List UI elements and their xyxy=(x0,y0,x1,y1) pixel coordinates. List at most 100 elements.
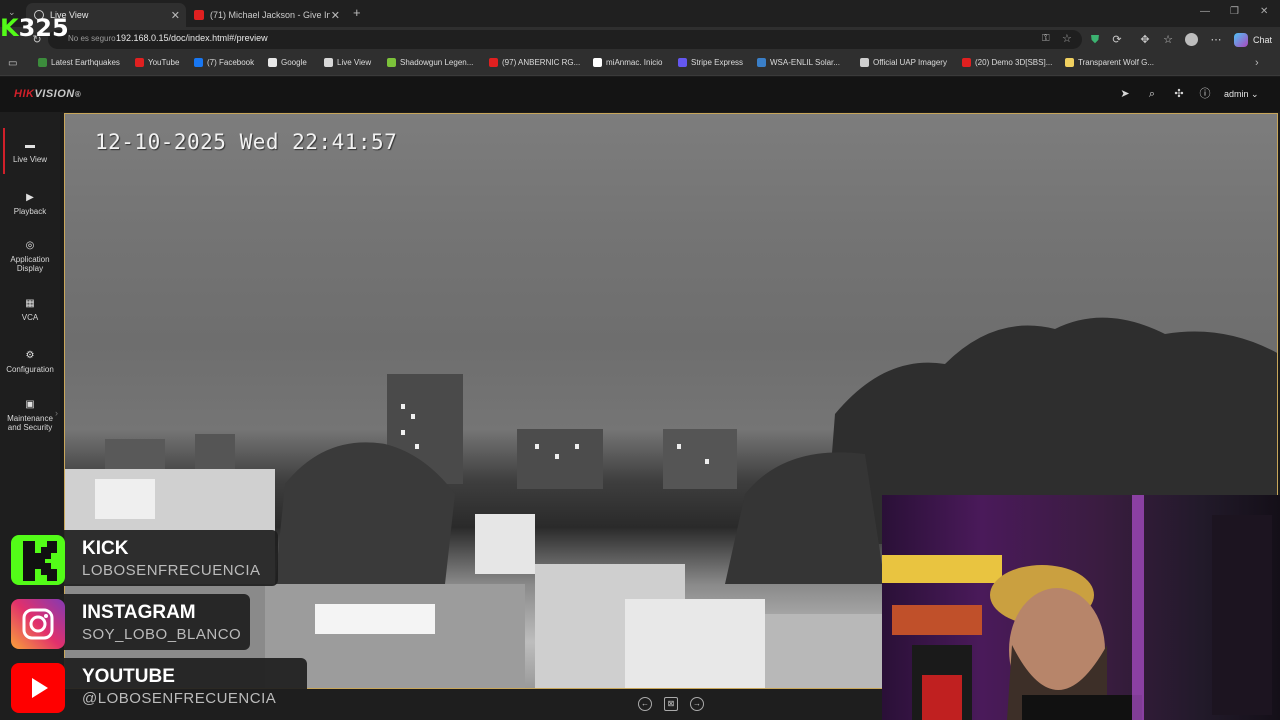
bookmark-icon xyxy=(135,58,144,67)
collapse-sidebar-icon[interactable]: › xyxy=(55,408,58,418)
bookmark-icon xyxy=(38,58,47,67)
url-text[interactable]: 192.168.0.15/doc/index.html#/preview xyxy=(116,33,268,43)
bookmark-label: (97) ANBERNIC RG... xyxy=(502,58,581,67)
nav-live-view[interactable]: ▬ Live View xyxy=(0,128,60,174)
hikvision-logo: HIKVISION® xyxy=(14,88,82,100)
bookmark-item[interactable]: (7) Facebook xyxy=(194,58,254,67)
maintenance-icon: ▣ xyxy=(25,399,35,410)
social-instagram-card: INSTAGRAM SOY_LOBO_BLANCO xyxy=(0,594,250,650)
bookmark-label: YouTube xyxy=(148,58,180,67)
bookmark-label: (20) Demo 3D[SBS]... xyxy=(975,58,1053,67)
nav-configuration[interactable]: ⚙ Configuration xyxy=(0,350,60,374)
extension-icon[interactable]: ⟳ xyxy=(1110,33,1124,47)
puzzle-icon[interactable]: ✥ xyxy=(1138,33,1152,47)
video-icon: ▬ xyxy=(25,140,35,151)
bookmark-icon xyxy=(757,58,766,67)
bookmark-item[interactable]: miAnmac. Inicio xyxy=(593,58,662,67)
bookmarks-overflow-icon[interactable]: › xyxy=(1255,57,1259,69)
bookmark-item[interactable]: Stripe Express xyxy=(678,58,743,67)
kick-viewer-counter: K325 xyxy=(0,14,69,42)
nav-vca[interactable]: ▦ VCA xyxy=(0,298,60,322)
social-handle: LOBOSENFRECUENCIA xyxy=(82,562,261,579)
previous-icon[interactable]: ← xyxy=(638,697,652,711)
social-handle: SOY_LOBO_BLANCO xyxy=(82,626,242,643)
instagram-icon xyxy=(11,599,65,649)
kick-logo-icon: K xyxy=(0,14,19,42)
bookmark-item[interactable]: Google xyxy=(268,58,307,67)
send-icon[interactable]: ➤ xyxy=(1118,87,1132,101)
bookmark-item[interactable]: WSA-ENLIL Solar... xyxy=(757,58,840,67)
mid-building xyxy=(517,429,603,489)
bookmark-label: Latest Earthquakes xyxy=(51,58,120,67)
bookmark-item[interactable]: Latest Earthquakes xyxy=(38,58,120,67)
star-icon[interactable]: ☆ xyxy=(1062,32,1072,45)
bookmark-label: miAnmac. Inicio xyxy=(606,58,663,67)
viewer-count: 325 xyxy=(18,14,69,42)
next-icon[interactable]: → xyxy=(690,697,704,711)
tab-youtube[interactable]: (71) Michael Jackson - Give In To M ✕ xyxy=(186,3,346,27)
security-label[interactable]: No es seguro xyxy=(68,34,116,43)
social-title: INSTAGRAM xyxy=(82,602,196,623)
bookmark-item[interactable]: YouTube xyxy=(135,58,179,67)
user-menu[interactable]: admin ⌄ xyxy=(1224,89,1259,100)
address-bar: ↻ No es seguro 192.168.0.15/doc/index.ht… xyxy=(0,27,1280,52)
tab-label: (71) Michael Jackson - Give In To M xyxy=(210,10,330,20)
menu-icon[interactable]: ⋯ xyxy=(1209,33,1223,47)
grid-icon: ▦ xyxy=(25,298,35,309)
social-youtube-card: YOUTUBE @LOBOSENFRECUENCIA xyxy=(0,658,307,714)
webcam-scene xyxy=(882,495,1272,720)
nav-application-display[interactable]: ◎ Application Display xyxy=(0,240,60,273)
youtube-icon xyxy=(11,663,65,713)
plugin-icon[interactable]: ✣ xyxy=(1172,87,1186,101)
application-icon: ◎ xyxy=(25,240,35,251)
info-icon[interactable]: ⓘ xyxy=(1198,87,1212,101)
bookmark-item[interactable]: (97) ANBERNIC RG... xyxy=(489,58,580,67)
search-icon[interactable]: ⌕ xyxy=(1145,87,1159,101)
bookmark-icon xyxy=(268,58,277,67)
bookmark-item[interactable]: (20) Demo 3D[SBS]... xyxy=(962,58,1052,67)
bookmark-item[interactable]: Transparent Wolf G... xyxy=(1065,58,1154,67)
close-tab-icon[interactable]: ✕ xyxy=(171,9,180,22)
omnibox[interactable]: No es seguro 192.168.0.15/doc/index.html… xyxy=(48,30,1082,49)
bookmark-label: Live View xyxy=(337,58,372,67)
fullscreen-icon[interactable]: ⊠ xyxy=(664,697,678,711)
nav-label: VCA xyxy=(21,313,39,322)
nav-label: Application Display xyxy=(10,255,50,273)
bookmark-icon xyxy=(593,58,602,67)
gear-icon: ⚙ xyxy=(25,350,35,361)
close-tab-icon[interactable]: ✕ xyxy=(331,9,340,22)
profile-avatar[interactable] xyxy=(1184,33,1198,47)
bookmark-icon xyxy=(1065,58,1074,67)
bookmark-label: Transparent Wolf G... xyxy=(1078,58,1155,67)
copilot-icon[interactable] xyxy=(1234,33,1248,47)
browser-tab-strip: ⌄ Live View ✕ (71) Michael Jackson - Giv… xyxy=(0,0,1280,27)
shield-extension-icon[interactable]: ⛊ xyxy=(1088,33,1102,47)
favorites-icon[interactable]: ☆ xyxy=(1161,33,1175,47)
bookmark-icon xyxy=(489,58,498,67)
bookmark-icon xyxy=(860,58,869,67)
bookmark-icon xyxy=(194,58,203,67)
bookmark-item[interactable]: Official UAP Imagery xyxy=(860,58,947,67)
close-window-icon[interactable]: ✕ xyxy=(1260,6,1268,17)
bookmark-label: Google xyxy=(281,58,307,67)
bookmark-label: WSA-ENLIL Solar... xyxy=(770,58,840,67)
nav-playback[interactable]: ▶ Playback xyxy=(0,192,60,216)
bookmark-label: (7) Facebook xyxy=(207,58,255,67)
minimize-icon[interactable]: — xyxy=(1200,6,1210,17)
new-tab-button[interactable]: + xyxy=(353,5,361,20)
bookmark-label: Shadowgun Legen... xyxy=(400,58,474,67)
sidebar-toggle-icon[interactable]: ▭ xyxy=(8,58,17,69)
chat-button[interactable]: Chat xyxy=(1253,35,1272,45)
kick-icon xyxy=(11,535,65,585)
bookmark-item[interactable]: Shadowgun Legen... xyxy=(387,58,473,67)
bookmark-icon xyxy=(678,58,687,67)
nav-label: Live View xyxy=(12,155,48,164)
key-icon[interactable]: ⚿ xyxy=(1042,33,1050,44)
bookmark-label: Stripe Express xyxy=(691,58,744,67)
hikvision-header: HIKVISION® ➤ ⌕ ✣ ⓘ admin ⌄ xyxy=(0,77,1280,112)
nav-maintenance-security[interactable]: ▣ Maintenance and Security xyxy=(0,399,60,432)
maximize-icon[interactable]: ❐ xyxy=(1230,6,1239,17)
username-label: admin xyxy=(1224,89,1249,99)
bookmark-item[interactable]: Live View xyxy=(324,58,371,67)
bookmark-label: Official UAP Imagery xyxy=(873,58,947,67)
